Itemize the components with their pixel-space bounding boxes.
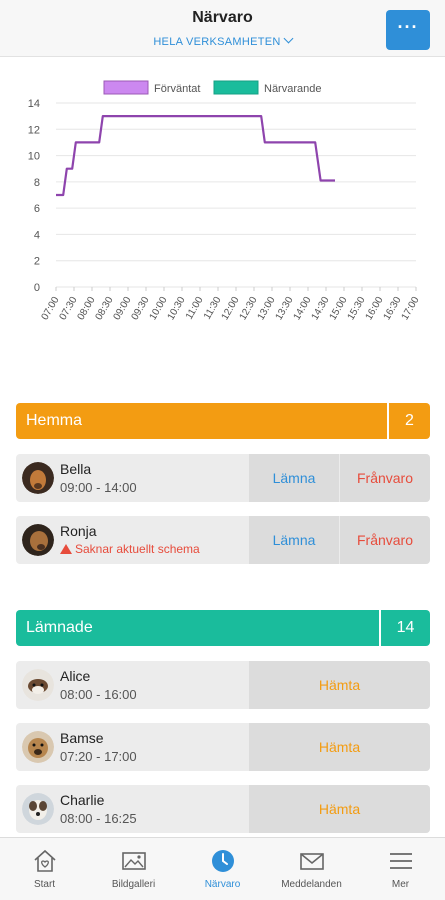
- envelope-icon: [300, 853, 324, 870]
- franvaro-button[interactable]: Frånvaro: [340, 516, 430, 564]
- hamta-button[interactable]: Hämta: [249, 723, 430, 771]
- chevron-down-icon: [283, 33, 294, 44]
- y-tick-label: 2: [34, 256, 40, 268]
- legend-swatch: [213, 80, 259, 95]
- lamna-button[interactable]: Lämna: [249, 454, 339, 502]
- tab-label: Meddelanden: [281, 879, 342, 890]
- tab-label: Bildgalleri: [111, 879, 156, 890]
- avatar: [22, 524, 54, 556]
- section-count: 2: [405, 412, 414, 429]
- child-schedule: 07:20 - 17:00: [60, 749, 137, 764]
- section-count: 14: [396, 619, 415, 636]
- avatar: [22, 793, 54, 825]
- y-tick-label: 0: [34, 282, 40, 294]
- child-card-bella[interactable]: Bella 09:00 - 14:00 Lämna Frånvaro: [16, 454, 430, 502]
- section-header-hemma: Hemma 2: [16, 403, 430, 439]
- franvaro-button[interactable]: Frånvaro: [340, 454, 430, 502]
- clock-icon: [212, 850, 234, 872]
- tab-narvaro[interactable]: Närvaro: [178, 838, 267, 900]
- tab-bildgalleri[interactable]: Bildgalleri: [89, 838, 178, 900]
- schedule-warning: Saknar aktuellt schema: [60, 542, 200, 556]
- y-tick-label: 4: [34, 229, 40, 241]
- y-tick-label: 8: [34, 177, 40, 189]
- child-schedule: 08:00 - 16:00: [60, 687, 137, 702]
- child-card-ronja[interactable]: Ronja Saknar aktuellt schema Lämna Frånv…: [16, 516, 430, 564]
- child-schedule: 09:00 - 14:00: [60, 480, 137, 495]
- section-title: Lämnade: [26, 619, 93, 636]
- more-options-button[interactable]: ···: [386, 10, 430, 50]
- child-schedule: 08:00 - 16:25: [60, 811, 137, 826]
- tab-label: Mer: [391, 879, 410, 890]
- child-name: Bamse: [60, 730, 104, 746]
- header: Närvaro HELA VERKSAMHETEN ···: [0, 0, 445, 57]
- hamta-button[interactable]: Hämta: [249, 661, 430, 709]
- tab-meddelanden[interactable]: Meddelanden: [267, 838, 356, 900]
- legend-label: Förväntat: [154, 83, 200, 95]
- warning-text: Saknar aktuellt schema: [75, 542, 200, 556]
- x-tick-label: 10:30: [166, 295, 188, 323]
- tab-label: Start: [33, 879, 56, 890]
- legend-label: Närvarande: [264, 83, 321, 95]
- x-tick-label: 17:00: [400, 295, 422, 323]
- child-card-alice[interactable]: Alice 08:00 - 16:00 Hämta: [16, 661, 430, 709]
- avatar: [22, 669, 54, 701]
- app: Närvaro HELA VERKSAMHETEN ··· Förväntat N…: [0, 0, 445, 900]
- image-icon: [122, 852, 146, 870]
- y-tick-label: 14: [28, 98, 40, 110]
- scope-selector-label: HELA VERKSAMHETEN: [153, 36, 281, 48]
- section-title: Hemma: [26, 412, 83, 429]
- lamna-button[interactable]: Lämna: [249, 516, 339, 564]
- tab-label: Närvaro: [204, 879, 241, 890]
- child-name: Bella: [60, 461, 92, 477]
- tab-mer[interactable]: Mer: [356, 838, 445, 900]
- menu-icon: [390, 853, 412, 869]
- child-name: Alice: [60, 668, 91, 684]
- hamta-button[interactable]: Hämta: [249, 785, 430, 833]
- attendance-chart: Förväntat Närvarande0246810121407:0007:30…: [28, 80, 422, 323]
- scope-selector[interactable]: HELA VERKSAMHETEN: [0, 33, 445, 48]
- child-card-bamse[interactable]: Bamse 07:20 - 17:00 Hämta: [16, 723, 430, 771]
- y-tick-label: 12: [28, 124, 40, 136]
- avatar: [22, 731, 54, 763]
- tab-bar: Start Bildgalleri Närvaro Meddelanden Me…: [0, 837, 445, 900]
- home-heart-icon: [34, 849, 56, 872]
- legend-swatch: [103, 80, 149, 95]
- warning-icon: [60, 544, 72, 554]
- section-header-lamnade: Lämnade 14: [16, 610, 430, 646]
- y-tick-label: 10: [28, 151, 40, 163]
- page-title: Närvaro: [192, 9, 253, 26]
- tab-start[interactable]: Start: [0, 838, 89, 900]
- child-name: Charlie: [60, 792, 105, 808]
- y-tick-label: 6: [34, 203, 40, 215]
- child-card-charlie[interactable]: Charlie 08:00 - 16:25 Hämta: [16, 785, 430, 833]
- child-name: Ronja: [60, 523, 97, 539]
- avatar: [22, 462, 54, 494]
